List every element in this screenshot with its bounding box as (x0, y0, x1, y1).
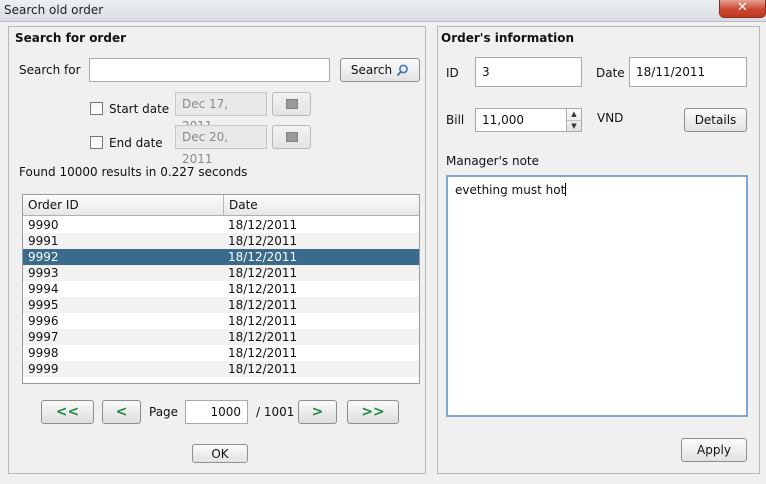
search-for-label: Search for (19, 63, 81, 77)
note-label: Manager's note (446, 154, 539, 168)
table-body: 9990 18/12/2011 9991 18/12/2011 9992 18/12/20… (23, 217, 419, 377)
column-header-order-id[interactable]: Order ID (23, 195, 223, 216)
order-id-cell: 9993 (28, 266, 59, 280)
last-page-button[interactable]: >> (347, 400, 399, 424)
end-date-label: End date (109, 136, 163, 150)
order-id-cell: 9998 (28, 346, 59, 360)
start-date-picker-button[interactable] (272, 92, 311, 116)
order-info-title: Order's information (441, 31, 575, 45)
bill-spinner[interactable]: 11,000 ▲ ▼ (475, 108, 582, 132)
table-row[interactable]: 9994 18/12/2011 (23, 281, 419, 297)
page-label: Page (149, 405, 179, 419)
prev-page-button[interactable]: < (102, 400, 141, 424)
total-pages: / 1001 (256, 405, 295, 419)
title-bar (0, 0, 766, 22)
search-input[interactable] (89, 58, 330, 82)
end-date-field[interactable]: Dec 20, 2011 (175, 125, 267, 166)
results-table[interactable]: Order ID Date 9990 18/12/2011 9991 18/12/20… (22, 194, 420, 384)
order-date-field[interactable]: 18/11/2011 (629, 57, 747, 87)
bill-label: Bill (446, 113, 465, 127)
column-header-date[interactable]: Date (223, 195, 419, 216)
date-cell: 18/12/2011 (228, 234, 298, 248)
text-caret (565, 183, 567, 196)
date-cell: 18/12/2011 (228, 330, 298, 344)
start-date-label: Start date (109, 102, 170, 116)
order-id-cell: 9990 (28, 218, 59, 232)
search-button[interactable]: Search (340, 58, 420, 82)
date-cell: 18/12/2011 (228, 362, 298, 376)
order-id-cell: 9992 (28, 250, 59, 264)
close-button[interactable]: ✕ (719, 0, 766, 18)
manager-note-text: evething must hot (455, 183, 566, 197)
double-chevron-right-icon: >> (361, 404, 385, 420)
order-id-cell: 9991 (28, 234, 59, 248)
window-title: Search old order (4, 3, 104, 17)
order-id-cell: 9994 (28, 282, 59, 296)
chevron-left-icon: < (115, 404, 128, 420)
details-button[interactable]: Details (684, 108, 747, 132)
start-date-checkbox[interactable] (90, 102, 103, 115)
table-row[interactable]: 9993 18/12/2011 (23, 265, 419, 281)
table-row[interactable]: 9996 18/12/2011 (23, 313, 419, 329)
table-row[interactable]: 9998 18/12/2011 (23, 345, 419, 361)
table-row[interactable]: 9995 18/12/2011 (23, 297, 419, 313)
order-id-cell: 9997 (28, 330, 59, 344)
end-date-picker-button[interactable] (272, 125, 311, 149)
table-header: Order ID Date (23, 195, 419, 216)
results-summary: Found 10000 results in 0.227 seconds (19, 165, 248, 179)
apply-button[interactable]: Apply (681, 438, 747, 462)
bill-value[interactable]: 11,000 (476, 109, 566, 131)
double-chevron-left-icon: << (55, 404, 80, 420)
date-cell: 18/12/2011 (228, 250, 298, 264)
table-row[interactable]: 9991 18/12/2011 (23, 233, 419, 249)
end-date-checkbox[interactable] (90, 136, 103, 149)
table-row[interactable]: 9999 18/12/2011 (23, 361, 419, 377)
currency-label: VND (597, 111, 624, 125)
id-field[interactable]: 3 (475, 57, 582, 87)
manager-note-textarea[interactable]: evething must hot (446, 175, 748, 417)
date-label: Date (596, 66, 625, 80)
date-cell: 18/12/2011 (228, 282, 298, 296)
table-row[interactable]: 9997 18/12/2011 (23, 329, 419, 345)
date-cell: 18/12/2011 (228, 266, 298, 280)
start-date-field[interactable]: Dec 17, 2011 (175, 92, 267, 133)
order-id-cell: 9999 (28, 362, 59, 376)
next-page-button[interactable]: > (298, 400, 337, 424)
table-row[interactable]: 9992 18/12/2011 (23, 249, 419, 265)
spinner-down-icon[interactable]: ▼ (567, 120, 581, 131)
date-cell: 18/12/2011 (228, 218, 298, 232)
date-cell: 18/12/2011 (228, 314, 298, 328)
first-page-button[interactable]: << (41, 400, 94, 424)
order-id-cell: 9996 (28, 314, 59, 328)
date-cell: 18/12/2011 (228, 346, 298, 360)
spinner-up-icon[interactable]: ▲ (567, 109, 581, 120)
order-id-cell: 9995 (28, 298, 59, 312)
search-button-label: Search (350, 63, 393, 77)
id-label: ID (446, 66, 459, 80)
bill-spinner-arrows: ▲ ▼ (566, 109, 581, 131)
calendar-icon (285, 99, 298, 109)
magnifier-icon (396, 64, 408, 76)
ok-button[interactable]: OK (192, 444, 248, 463)
calendar-icon (285, 132, 298, 142)
close-icon: ✕ (737, 0, 748, 15)
search-panel-title: Search for order (15, 31, 126, 45)
chevron-right-icon: > (311, 404, 324, 420)
date-cell: 18/12/2011 (228, 298, 298, 312)
page-number-input[interactable]: 1000 (185, 400, 248, 424)
table-row[interactable]: 9990 18/12/2011 (23, 217, 419, 233)
